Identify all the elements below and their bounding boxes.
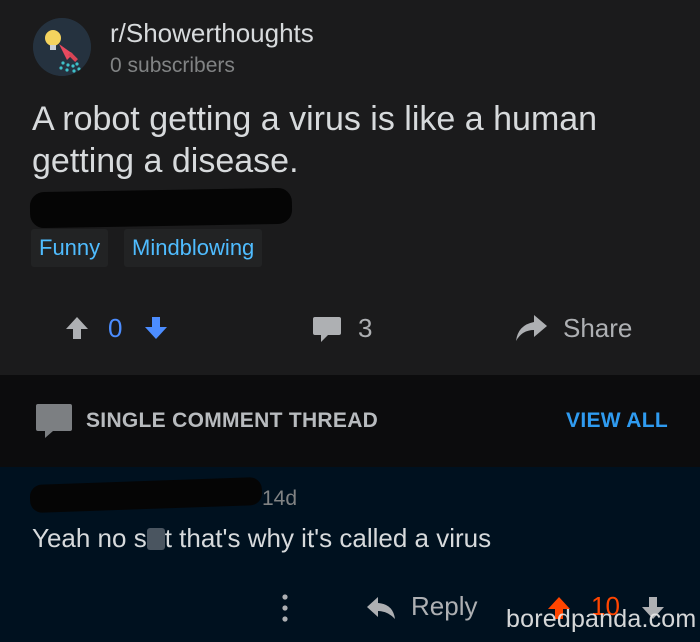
post-score: 0	[108, 313, 123, 343]
post-actions: 0 3 Share	[0, 305, 700, 353]
shower-head-icon	[33, 18, 91, 76]
comment-text-end: t that's why it's called a virus	[164, 523, 492, 553]
more-dots-icon[interactable]	[280, 593, 290, 623]
comment-thread-bar: SINGLE COMMENT THREAD VIEW ALL	[0, 375, 700, 467]
comment-count[interactable]: 3	[358, 313, 372, 344]
redaction-mark	[29, 476, 263, 514]
thread-title: SINGLE COMMENT THREAD	[86, 409, 379, 432]
comment-bubble-icon[interactable]	[312, 315, 342, 343]
comment-age: 14d	[262, 487, 298, 510]
watermark: boredpanda.com	[506, 605, 697, 633]
post-card: r/Showerthoughts 0 subscribers A robot g…	[0, 0, 700, 375]
comment: 14d Yeah no s t that's why it's called a …	[0, 467, 700, 642]
downvote-arrow-icon[interactable]	[143, 315, 169, 341]
reply-arrow-icon[interactable]	[366, 595, 396, 621]
subreddit-name[interactable]: r/Showerthoughts	[110, 18, 314, 49]
redaction-mark	[29, 187, 293, 229]
view-all-link[interactable]: VIEW ALL	[566, 409, 668, 433]
comment-bubble-icon	[36, 404, 72, 438]
share-button[interactable]: Share	[563, 313, 632, 344]
comment-body[interactable]: Yeah no s t that's why it's called a viru…	[32, 523, 491, 554]
comment-text-start: Yeah no s	[32, 523, 147, 553]
censor-blur	[146, 528, 165, 550]
flair-mindblowing[interactable]: Mindblowing	[124, 229, 263, 267]
reply-button[interactable]: Reply	[411, 591, 477, 622]
subreddit-avatar[interactable]	[33, 18, 91, 76]
flair-funny[interactable]: Funny	[31, 229, 109, 267]
share-arrow-icon[interactable]	[514, 313, 548, 343]
post-title[interactable]: A robot getting a virus is like a human …	[32, 98, 672, 182]
upvote-arrow-icon[interactable]	[64, 315, 90, 341]
subscriber-count: 0 subscribers	[110, 54, 235, 77]
